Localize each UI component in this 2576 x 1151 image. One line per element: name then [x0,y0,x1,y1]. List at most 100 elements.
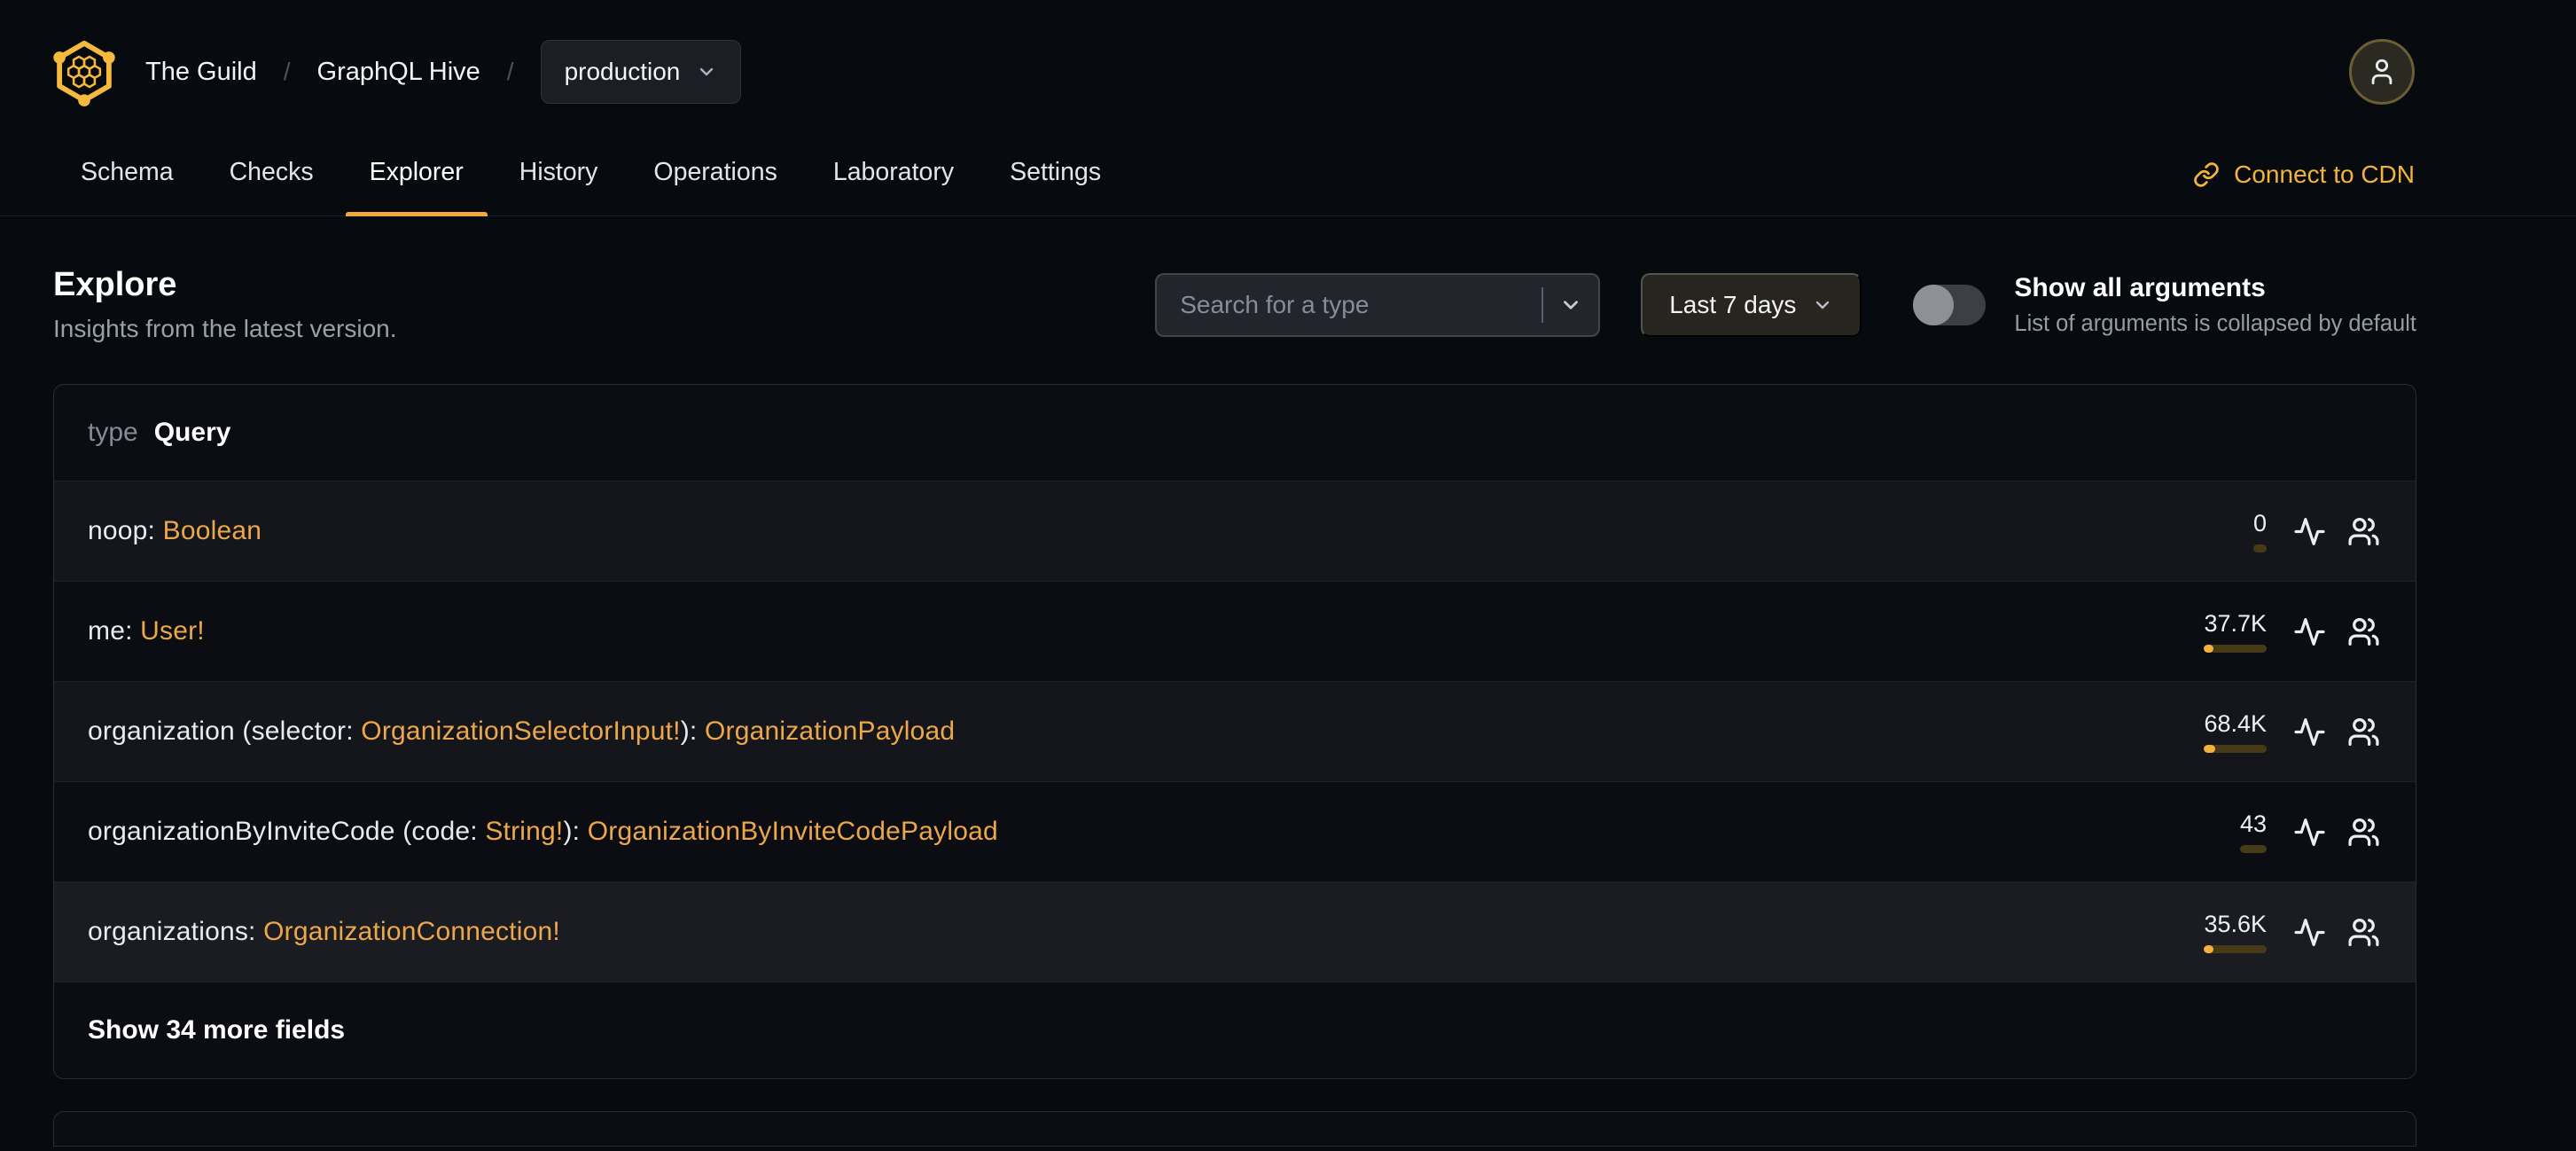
field-usage-bar [2204,945,2267,953]
field-signature: me: User! [88,616,205,646]
connect-to-cdn-button[interactable]: Connect to CDN [2193,161,2415,215]
breadcrumb-separator: / [506,58,514,85]
chevron-down-icon[interactable] [1559,294,1582,317]
tab-operations[interactable]: Operations [629,135,800,215]
field-count-column: 0 [2150,510,2267,552]
breadcrumb-org[interactable]: The Guild [145,58,257,87]
toggle-labels: Show all arguments List of arguments is … [2014,273,2416,337]
toggle-hint: List of arguments is collapsed by defaul… [2014,310,2416,336]
tab-laboratory[interactable]: Laboratory [809,135,978,215]
breadcrumb-separator: / [283,58,291,85]
field-type-link[interactable]: User! [140,616,205,646]
target-selector-button[interactable]: production [540,40,742,104]
chevron-down-icon [700,67,714,76]
users-icon[interactable] [2347,515,2380,548]
field-row[interactable]: me: User! 37.7K [54,582,2416,682]
users-icon[interactable] [2347,615,2380,648]
type-kind-label: type [88,418,138,447]
date-range-button[interactable]: Last 7 days [1641,272,1862,337]
field-count: 43 [2239,810,2267,837]
field-count-column: 35.6K [2150,911,2267,953]
type-name: Query [153,418,231,447]
field-count-block: 37.7K [2204,610,2267,653]
activity-pulse-icon[interactable] [2293,515,2326,548]
link-icon [2194,162,2219,187]
connect-to-cdn-label: Connect to CDN [2234,161,2415,188]
activity-pulse-icon[interactable] [2293,615,2326,648]
users-icon[interactable] [2347,716,2380,748]
field-row[interactable]: organizationByInviteCode (code: String!)… [54,782,2416,882]
toggle-knob [1913,284,1955,325]
field-signature: organizationByInviteCode (code: String!)… [88,817,998,847]
field-usage-bar [2204,645,2267,653]
tab-label: Schema [81,158,174,186]
field-row[interactable]: organizations: OrganizationConnection! 3… [54,882,2416,983]
field-usage-bar-fill [2204,745,2216,753]
tab-history[interactable]: History [496,135,622,215]
users-icon[interactable] [2347,816,2380,849]
chevron-down-icon [1816,301,1830,309]
tab-schema[interactable]: Schema [57,135,198,215]
field-usage: 37.7K [2150,610,2380,653]
tab-checks[interactable]: Checks [206,135,338,215]
field-count: 37.7K [2204,610,2267,637]
field-text: organization (selector: [88,716,362,746]
field-count: 35.6K [2204,911,2267,937]
users-icon[interactable] [2347,916,2380,949]
show-all-arguments-toggle[interactable] [1913,284,1987,325]
user-avatar[interactable] [2349,39,2415,105]
field-row[interactable]: noop: Boolean 0 [54,482,2416,582]
activity-pulse-icon[interactable] [2293,916,2326,949]
field-row[interactable]: organization (selector: OrganizationSele… [54,682,2416,782]
target-selector-value: production [564,58,681,85]
header: The Guild / GraphQL Hive / production [0,0,2576,112]
type-search-combobox[interactable] [1155,272,1601,337]
field-text: me: [88,616,141,646]
field-type-link[interactable]: String! [485,817,563,846]
field-list: noop: Boolean 0 me: User! 37.7K organiza… [54,482,2416,983]
field-type-link[interactable]: OrganizationByInviteCodePayload [588,817,998,846]
field-usage: 43 [2150,810,2380,853]
field-signature: organization (selector: OrganizationSele… [88,716,955,747]
field-signature: noop: Boolean [88,516,262,546]
person-icon [2371,59,2393,85]
field-usage: 0 [2150,510,2380,552]
field-usage: 35.6K [2150,911,2380,953]
page-title: Explore [53,266,177,303]
field-type-link[interactable]: OrganizationConnection! [263,917,560,946]
show-more-fields-button[interactable]: Show 34 more fields [54,983,2416,1078]
main-content: Explore Insights from the latest version… [53,266,2416,1147]
field-type-link[interactable]: OrganizationPayload [705,716,955,746]
type-card-header: type Query [54,385,2416,482]
field-count-block: 43 [2239,810,2267,853]
tab-bar-tabs: Schema Checks Explorer History Operation… [57,135,1133,216]
field-count-block: 68.4K [2204,710,2267,753]
field-count-column: 43 [2150,810,2267,853]
field-text: ): [563,817,588,846]
tab-bar: Schema Checks Explorer History Operation… [0,135,2576,216]
next-type-card-stub [53,1111,2416,1147]
tab-settings[interactable]: Settings [986,135,1125,215]
page-subtitle: Insights from the latest version. [53,315,397,342]
field-count-block: 0 [2252,510,2267,552]
field-usage-bar-fill [2204,945,2214,953]
field-text: organizationByInviteCode (code: [88,817,486,846]
tab-explorer[interactable]: Explorer [345,135,488,216]
tab-label: History [519,158,598,186]
toggle-title: Show all arguments [2014,272,2266,302]
activity-pulse-icon[interactable] [2293,816,2326,849]
field-text: noop: [88,516,163,545]
breadcrumb-project[interactable]: GraphQL Hive [317,58,480,87]
field-count: 68.4K [2204,710,2267,737]
toolbar-controls: Last 7 days Show all arguments List of a… [1155,272,2416,337]
field-usage-bar [2239,845,2267,853]
field-text: ): [680,716,705,746]
type-search-input[interactable] [1180,290,1534,319]
field-type-link[interactable]: Boolean [163,516,262,545]
hive-logo-icon[interactable] [50,37,119,106]
field-usage-bar-fill [2204,645,2214,653]
activity-pulse-icon[interactable] [2293,716,2326,748]
field-count-column: 68.4K [2150,710,2267,753]
field-type-link[interactable]: OrganizationSelectorInput! [361,716,680,746]
tab-label: Laboratory [832,158,955,186]
